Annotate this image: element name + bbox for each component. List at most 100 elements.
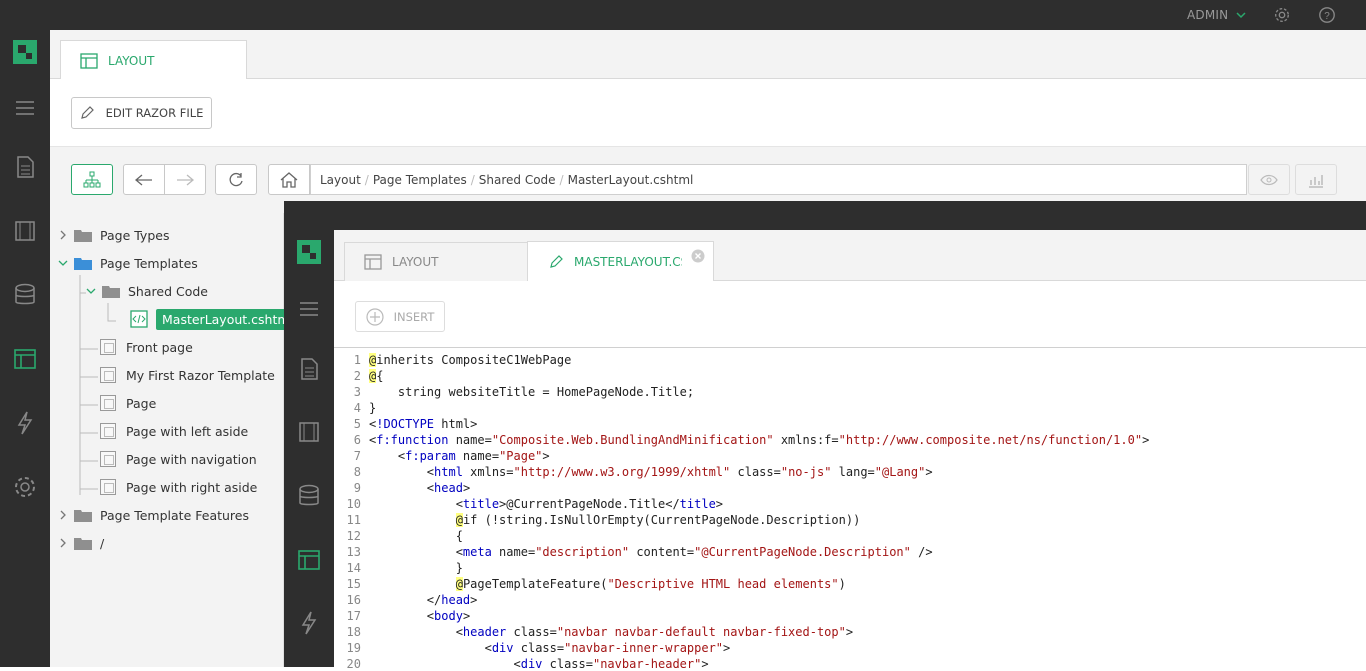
tree-node-template[interactable]: Page — [100, 391, 156, 415]
tree-label: Front page — [126, 339, 193, 355]
line-number: 3 — [353, 385, 361, 399]
edit-razor-file-button[interactable]: EDIT RAZOR FILE — [71, 97, 212, 129]
content-icon[interactable] — [12, 154, 38, 180]
layout-icon — [80, 52, 98, 69]
folder-icon — [102, 286, 120, 298]
page-icon — [100, 479, 116, 495]
code-line: @inherits CompositeC1WebPage — [369, 353, 572, 367]
tree-node-template[interactable]: Page with right aside — [100, 475, 257, 499]
back-button[interactable] — [123, 164, 165, 195]
refresh-button[interactable] — [215, 164, 257, 195]
line-number: 6 — [353, 433, 361, 447]
settings-icon[interactable] — [12, 474, 38, 500]
pencil-icon — [550, 254, 563, 268]
gear-icon[interactable] — [1273, 6, 1291, 24]
menu-icon[interactable] — [296, 296, 322, 322]
arrow-left-icon — [135, 174, 152, 185]
tree-node-template[interactable]: Front page — [100, 335, 193, 359]
top-bar: ADMIN ? — [0, 0, 1366, 30]
breadcrumb-item[interactable]: Layout — [320, 173, 361, 187]
data-icon[interactable] — [296, 483, 322, 509]
tree-panel: Page Types Page Templates Shared Code Ma… — [50, 213, 300, 667]
breadcrumb-item[interactable]: Page Templates — [373, 173, 467, 187]
tree-node-root[interactable]: / — [58, 531, 104, 555]
tree-label: MasterLayout.cshtml — [156, 308, 300, 330]
arrow-right-icon — [177, 174, 194, 185]
tree-node-template-features[interactable]: Page Template Features — [58, 503, 249, 527]
code-editor[interactable]: 1 @inherits CompositeC1WebPage 2 @{3 string… — [334, 348, 1366, 671]
line-number: 17 — [346, 609, 361, 623]
editor-toolbar: INSERT — [334, 281, 1366, 348]
edit-button-label: EDIT RAZOR FILE — [105, 106, 204, 120]
layout-icon — [364, 254, 382, 270]
content-icon[interactable] — [296, 356, 322, 382]
svg-text:?: ? — [1324, 11, 1330, 22]
tree-label: / — [100, 535, 105, 551]
page-icon — [100, 339, 116, 355]
statistics-button[interactable] — [1295, 164, 1337, 195]
function-icon[interactable] — [296, 610, 322, 636]
main-rail — [0, 0, 50, 667]
tab-layout[interactable]: LAYOUT — [344, 242, 528, 281]
code-line: <header class="navbar navbar-default nav… — [369, 625, 854, 639]
tree-node-template[interactable]: Page with left aside — [100, 419, 248, 443]
data-icon[interactable] — [12, 282, 38, 308]
breadcrumb[interactable]: Layout / Page Templates / Shared Code / Mas… — [310, 164, 1247, 195]
function-icon[interactable] — [12, 410, 38, 436]
tab-layout[interactable]: LAYOUT — [60, 40, 247, 80]
home-button[interactable] — [268, 164, 310, 195]
line-number: 2 — [353, 369, 361, 383]
code-line: <f:function name="Composite.Web.Bundling… — [369, 433, 1150, 447]
line-number: 7 — [353, 449, 361, 463]
line-number: 11 — [346, 513, 361, 527]
media-icon[interactable] — [12, 218, 38, 244]
menu-icon[interactable] — [12, 95, 38, 121]
help-icon[interactable]: ? — [1318, 6, 1336, 24]
line-number: 14 — [346, 561, 361, 575]
code-line: <html xmlns="http://www.w3.org/1999/xhtm… — [369, 465, 933, 479]
code-line: </head> — [369, 593, 478, 607]
forward-button[interactable] — [164, 164, 206, 195]
line-number: 19 — [346, 641, 361, 655]
tree-label: Shared Code — [128, 283, 208, 299]
insert-label: INSERT — [393, 309, 435, 324]
tab-masterlayout[interactable]: MASTERLAYOUT.CSH — [527, 241, 714, 281]
folder-icon — [74, 510, 92, 522]
page-icon — [100, 367, 116, 383]
line-number: 13 — [346, 545, 361, 559]
chevron-right-icon — [60, 538, 66, 548]
close-icon[interactable] — [691, 249, 705, 263]
tree-node-master-layout[interactable]: MasterLayout.cshtml — [130, 307, 300, 331]
line-number: 20 — [346, 657, 361, 671]
editor-rail — [284, 230, 334, 667]
chart-icon — [1309, 174, 1323, 188]
code-line: @if (!string.IsNullOrEmpty(CurrentPageNo… — [455, 513, 861, 527]
folder-icon — [74, 538, 92, 550]
code-line: <div class="navbar-inner-wrapper"> — [369, 641, 731, 655]
tree-node-template[interactable]: Page with navigation — [100, 447, 257, 471]
code-line: } — [369, 561, 463, 575]
code-line: <head> — [369, 481, 471, 495]
chevron-right-icon — [60, 230, 66, 240]
home-icon — [280, 171, 298, 188]
tree-node-page-templates[interactable]: Page Templates — [58, 251, 198, 275]
preview-button[interactable] — [1248, 164, 1290, 195]
tab-label: LAYOUT — [108, 53, 155, 68]
user-menu[interactable]: ADMIN — [1187, 8, 1246, 22]
breadcrumb-item[interactable]: Shared Code — [479, 173, 556, 187]
chevron-down-icon — [1236, 12, 1246, 19]
tree-node-template[interactable]: My First Razor Template — [100, 363, 275, 387]
layout-icon[interactable] — [296, 547, 322, 573]
insert-button[interactable]: INSERT — [355, 301, 445, 332]
tree-node-page-types[interactable]: Page Types — [58, 223, 169, 247]
tree-node-shared-code[interactable]: Shared Code — [86, 279, 208, 303]
layout-icon[interactable] — [12, 346, 38, 372]
media-icon[interactable] — [296, 419, 322, 445]
logo-icon — [296, 239, 322, 265]
page-icon — [100, 423, 116, 439]
logo-icon — [12, 39, 38, 65]
tree-view-button[interactable] — [71, 164, 113, 195]
line-number: 10 — [346, 497, 361, 511]
breadcrumb-item[interactable]: MasterLayout.cshtml — [568, 173, 694, 187]
page-icon — [100, 451, 116, 467]
